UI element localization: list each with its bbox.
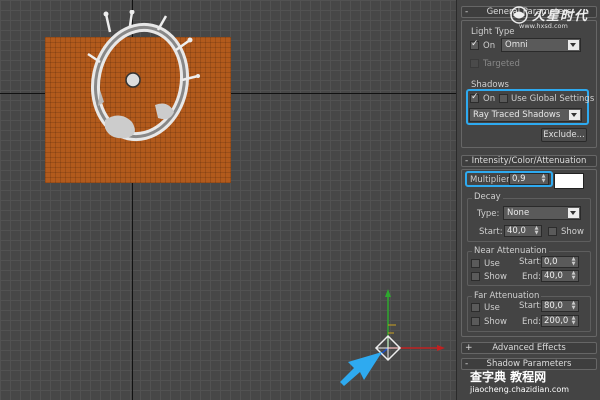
shadow-type-dropdown[interactable]: Ray Traced Shadows [469,108,582,122]
decay-type-dropdown[interactable]: None [503,206,581,220]
exclude-button[interactable]: Exclude... [541,128,587,142]
decay-start-value: 40,0 [507,226,526,236]
near-use-checkbox[interactable] [471,259,480,268]
far-attenuation-label: Far Attenuation [472,291,542,301]
near-start-label: Start: [519,257,543,267]
near-end-value: 40,0 [544,271,563,281]
shadows-on-label: On [483,94,496,104]
light-on-checkbox[interactable] [470,39,479,50]
decay-show-checkbox[interactable] [548,227,557,236]
spinner-arrows-icon[interactable]: ▲ ▼ [570,271,577,281]
logo-url: www.hxsd.com [519,22,568,30]
far-end-value: 200,0 [544,316,569,326]
far-start-value: 80,0 [544,301,563,311]
chevron-down-icon[interactable] [568,40,579,50]
multiplier-spinner[interactable]: 0,9 ▲ ▼ [509,173,549,185]
far-show-label: Show [484,317,507,327]
intensity-header[interactable]: - Intensity/Color/Attenuation [461,155,597,167]
decay-start-spinner[interactable]: 40,0 ▲ ▼ [504,225,542,237]
targeted-checkbox[interactable] [470,59,479,68]
decay-type-value: None [507,208,530,218]
spinner-arrows-icon[interactable]: ▲ ▼ [533,226,540,236]
near-start-value: 0,0 [544,257,558,267]
far-start-spinner[interactable]: 80,0 ▲ ▼ [541,300,579,312]
spinner-arrows-icon[interactable]: ▲ ▼ [570,316,577,326]
far-use-label: Use [484,303,500,313]
decay-start-label: Start: [479,227,503,237]
spinner-arrows-icon[interactable]: ▲ ▼ [570,301,577,311]
near-start-spinner[interactable]: 0,0 ▲ ▼ [541,256,579,268]
rollout-collapse-toggle[interactable]: - [465,156,468,166]
far-end-label: End: [522,317,542,327]
far-start-label: Start: [519,301,543,311]
watermark-url: jiaocheng.chazidian.com [470,385,570,394]
far-use-checkbox[interactable] [471,303,480,312]
rollout-collapse-toggle[interactable]: - [465,359,468,369]
near-end-spinner[interactable]: 40,0 ▲ ▼ [541,270,579,282]
spinner-arrows-icon[interactable]: ▲ ▼ [570,257,577,267]
advanced-effects-title: Advanced Effects [492,343,566,353]
multiplier-label: Multiplier: [470,175,513,185]
multiplier-value: 0,9 [512,174,526,184]
rollout-collapse-toggle[interactable]: - [465,7,468,17]
intensity-title: Intensity/Color/Attenuation [471,156,587,166]
use-global-settings-checkbox[interactable] [499,94,508,103]
near-use-label: Use [484,259,500,269]
near-end-label: End: [522,272,542,282]
advanced-effects-header[interactable]: + Advanced Effects [461,342,597,354]
chevron-down-icon[interactable] [568,208,579,218]
max-ui: - General Parameters Light Type On Omni … [0,0,600,400]
far-end-spinner[interactable]: 200,0 ▲ ▼ [541,315,579,327]
pointer-arrow-icon [340,352,382,386]
decay-label: Decay [472,192,503,202]
splash-mesh[interactable] [70,10,210,145]
viewport[interactable] [0,0,456,400]
decay-show-label: Show [561,227,584,237]
rollout-expand-toggle[interactable]: + [465,343,473,353]
light-color-swatch[interactable] [554,173,584,189]
light-on-label: On [483,41,496,51]
light-type-dropdown[interactable]: Omni [501,38,581,52]
far-show-checkbox[interactable] [471,317,480,326]
near-show-label: Show [484,272,507,282]
shadows-on-checkbox[interactable] [470,92,479,103]
use-global-settings-label: Use Global Settings [511,94,595,104]
near-show-checkbox[interactable] [471,272,480,281]
decay-type-label: Type: [477,209,500,219]
watermark-text: 查字典 教程网 [470,370,547,384]
chevron-down-icon[interactable] [569,110,580,120]
command-panel: - General Parameters Light Type On Omni … [456,0,600,400]
targeted-label: Targeted [483,59,520,69]
shadow-type-value: Ray Traced Shadows [473,110,561,120]
spinner-arrows-icon[interactable]: ▲ ▼ [540,174,547,184]
near-attenuation-label: Near Attenuation [472,246,549,256]
light-type-value: Omni [505,40,528,50]
